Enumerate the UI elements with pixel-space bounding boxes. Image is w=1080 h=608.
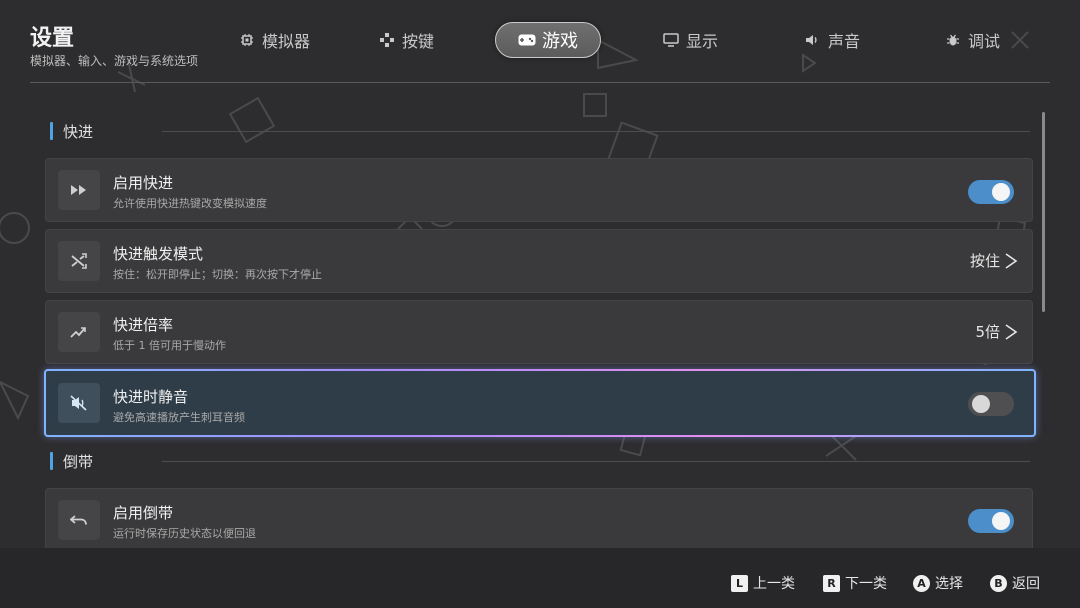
scrollbar[interactable] bbox=[1042, 112, 1045, 312]
setting-title: 启用快进 bbox=[113, 174, 174, 192]
setting-value: 按住 bbox=[969, 252, 1000, 270]
bug-icon bbox=[944, 31, 962, 49]
setting-description: 避免高速播放产生刺耳音频 bbox=[113, 411, 245, 424]
setting-row-enable-rewind[interactable]: 启用倒带 运行时保存历史状态以便回退 bbox=[45, 488, 1033, 548]
fast-forward-icon bbox=[58, 170, 100, 210]
setting-title: 快进倍率 bbox=[113, 316, 174, 334]
setting-row-enable-fast-forward[interactable]: 启用快进 允许使用快进热键改变模拟速度 bbox=[45, 158, 1033, 222]
toggle-knob bbox=[972, 395, 990, 413]
toggle-knob bbox=[992, 183, 1010, 201]
a-button-icon: A bbox=[913, 574, 930, 592]
trending-up-icon bbox=[58, 312, 100, 352]
mute-during-fast-forward-toggle[interactable] bbox=[968, 392, 1014, 416]
setting-value: 5倍 bbox=[975, 323, 1000, 341]
speaker-icon bbox=[804, 31, 822, 49]
section-divider bbox=[162, 461, 1030, 462]
hint-label: 下一类 bbox=[845, 576, 887, 592]
r-button-icon: R bbox=[823, 574, 840, 592]
footer-button-hints: L 上一类 R 下一类 A 选择 B 返回 bbox=[0, 548, 1080, 608]
tab-sound[interactable]: 声音 bbox=[804, 22, 860, 58]
enable-fast-forward-toggle[interactable] bbox=[968, 180, 1014, 204]
chevron-right-icon bbox=[1004, 323, 1018, 340]
shuffle-icon bbox=[58, 241, 100, 281]
hint-back[interactable]: B 返回 bbox=[990, 573, 1040, 593]
monitor-icon bbox=[662, 31, 680, 49]
header-divider bbox=[30, 82, 1050, 83]
setting-title: 快进触发模式 bbox=[113, 245, 204, 263]
setting-description: 允许使用快进热键改变模拟速度 bbox=[113, 197, 267, 210]
section-accent-bar bbox=[50, 452, 53, 470]
hint-label: 返回 bbox=[1012, 576, 1040, 592]
hint-next-category[interactable]: R 下一类 bbox=[823, 573, 887, 593]
fast-forward-rate-selector[interactable]: 5倍 bbox=[975, 321, 1018, 342]
section-title: 快进 bbox=[63, 122, 94, 141]
page-title: 设置 bbox=[30, 26, 75, 51]
undo-icon bbox=[58, 500, 100, 540]
setting-description: 低于 1 倍可用于慢动作 bbox=[113, 339, 226, 352]
toggle-knob bbox=[992, 512, 1010, 530]
tab-display[interactable]: 显示 bbox=[662, 22, 718, 58]
section-header-fast-forward: 快进 bbox=[50, 121, 1030, 141]
section-header-rewind: 倒带 bbox=[50, 451, 1030, 471]
hint-label: 上一类 bbox=[753, 576, 795, 592]
section-accent-bar bbox=[50, 122, 53, 140]
setting-description: 按住：松开即停止；切换：再次按下才停止 bbox=[113, 268, 322, 281]
section-title: 倒带 bbox=[63, 452, 94, 471]
hint-label: 选择 bbox=[935, 576, 963, 592]
dpad-icon bbox=[378, 31, 396, 49]
setting-row-mute-during-fast-forward[interactable]: 快进时静音 避免高速播放产生刺耳音频 bbox=[44, 369, 1036, 437]
hint-previous-category[interactable]: L 上一类 bbox=[731, 573, 795, 593]
setting-row-fast-forward-rate[interactable]: 快进倍率 低于 1 倍可用于慢动作 5倍 bbox=[45, 300, 1033, 364]
setting-title: 启用倒带 bbox=[113, 504, 174, 522]
setting-description: 运行时保存历史状态以便回退 bbox=[113, 527, 256, 540]
l-button-icon: L bbox=[731, 574, 748, 592]
tab-games[interactable]: 游戏 bbox=[495, 22, 601, 58]
hint-select[interactable]: A 选择 bbox=[913, 573, 963, 593]
tab-label: 按键 bbox=[402, 32, 435, 51]
enable-rewind-toggle[interactable] bbox=[968, 509, 1014, 533]
fast-forward-mode-selector[interactable]: 按住 bbox=[970, 250, 1018, 271]
volume-off-icon bbox=[58, 383, 100, 423]
tab-label: 显示 bbox=[686, 32, 719, 51]
section-divider bbox=[162, 131, 1030, 132]
header: 设置 模拟器、输入、游戏与系统选项 模拟器 按键 游戏 显示 声音 调试 bbox=[0, 0, 1080, 82]
tab-label: 调试 bbox=[968, 32, 1001, 51]
b-button-icon: B bbox=[990, 574, 1007, 592]
tab-emulator[interactable]: 模拟器 bbox=[238, 22, 310, 58]
tab-bar: 模拟器 按键 游戏 显示 声音 调试 bbox=[220, 22, 1070, 58]
gamepad-icon bbox=[518, 31, 536, 49]
page-subtitle: 模拟器、输入、游戏与系统选项 bbox=[30, 54, 199, 68]
tab-label: 模拟器 bbox=[262, 32, 311, 51]
chevron-right-icon bbox=[1004, 252, 1018, 269]
tab-debug[interactable]: 调试 bbox=[944, 22, 1000, 58]
chip-icon bbox=[238, 31, 256, 49]
setting-title: 快进时静音 bbox=[113, 388, 189, 406]
tab-buttons[interactable]: 按键 bbox=[378, 22, 434, 58]
tab-label: 游戏 bbox=[542, 31, 578, 52]
tab-label: 声音 bbox=[828, 32, 861, 51]
setting-row-fast-forward-mode[interactable]: 快进触发模式 按住：松开即停止；切换：再次按下才停止 按住 bbox=[45, 229, 1033, 293]
